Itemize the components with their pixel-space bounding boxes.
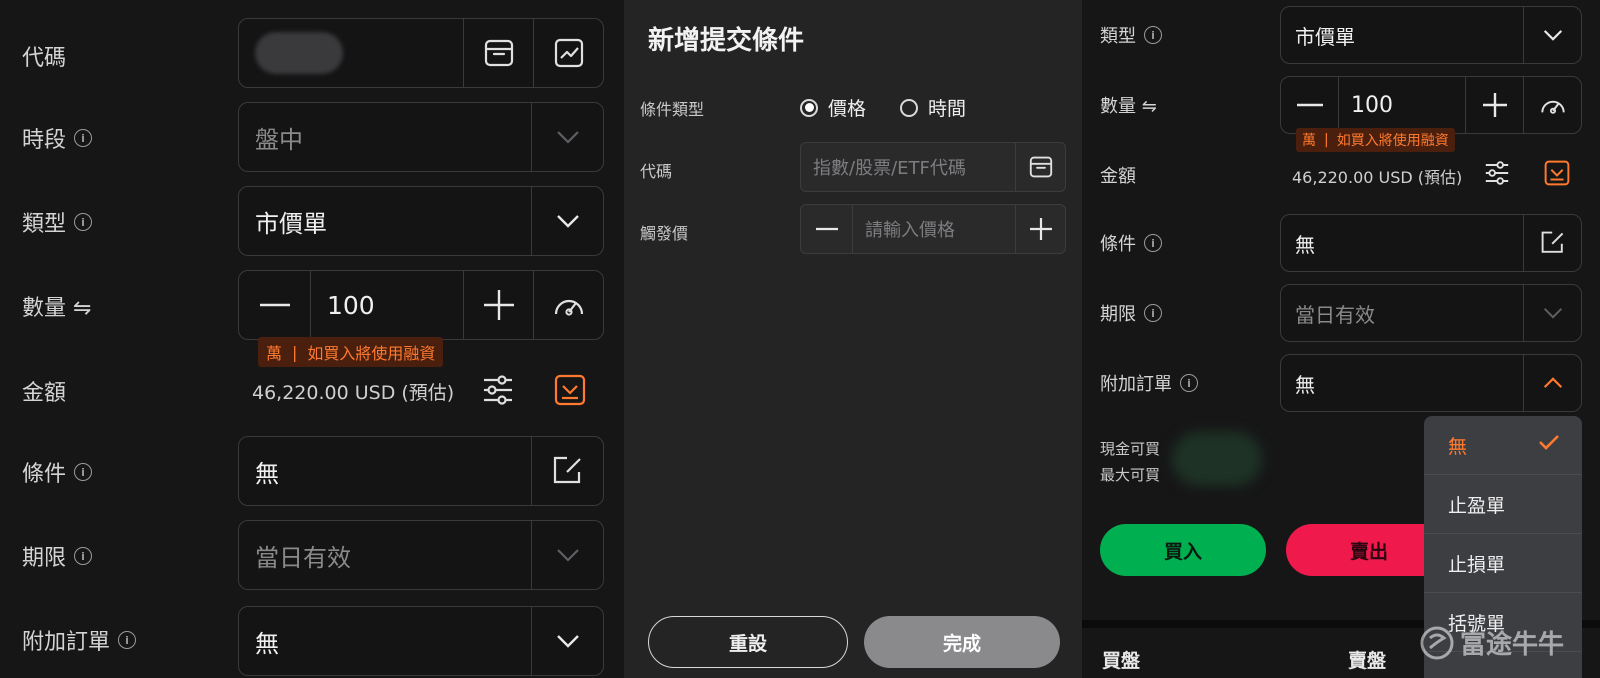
attached-order-label: 附加訂單 i: [1100, 370, 1198, 396]
margin-notice: 萬 | 如買入將使用融資: [258, 337, 444, 367]
speedometer-icon[interactable]: [1523, 77, 1581, 133]
edit-icon[interactable]: [531, 437, 603, 505]
order-form-left: 代碼 時段 i 盤中 類型 i 市價單 數量 ⇋ 100 萬 | 如買入將使用融…: [0, 0, 624, 678]
condition-field[interactable]: 無: [1280, 214, 1582, 272]
chevron-down-icon: [1523, 7, 1581, 63]
check-icon: [1538, 434, 1560, 450]
attached-order-select[interactable]: 無: [1280, 354, 1582, 412]
cash-buy-label: 現金可買: [1100, 440, 1161, 458]
sliders-icon[interactable]: [1482, 158, 1512, 188]
session-select[interactable]: 盤中: [238, 102, 604, 172]
condition-type-label: 條件類型: [640, 100, 705, 119]
speedometer-icon[interactable]: [533, 271, 603, 339]
chevron-down-icon: [531, 103, 603, 171]
watermark: 富途牛牛: [1420, 624, 1564, 661]
radio-dot: [900, 98, 918, 117]
minus-button[interactable]: [1281, 77, 1339, 133]
trigger-price-label: 觸發價: [640, 224, 689, 243]
info-icon[interactable]: i: [74, 547, 93, 565]
condition-field[interactable]: 無: [238, 436, 604, 506]
dropdown-option-none[interactable]: 無: [1424, 416, 1582, 475]
expiry-label: 期限 i: [1100, 300, 1162, 326]
code-blurred: [255, 32, 343, 74]
dropdown-option-take-profit[interactable]: 止盈單: [1424, 475, 1582, 534]
code-field[interactable]: [238, 18, 604, 88]
attached-order-select[interactable]: 無: [238, 606, 604, 676]
amount-label: 金額: [22, 381, 67, 406]
info-icon[interactable]: i: [1144, 234, 1162, 252]
expiry-select[interactable]: 當日有效: [1280, 284, 1582, 342]
chevron-down-icon: [1523, 285, 1581, 341]
info-icon[interactable]: i: [1180, 374, 1198, 392]
info-icon[interactable]: i: [118, 631, 137, 649]
info-icon[interactable]: i: [74, 463, 93, 481]
edit-icon[interactable]: [1523, 215, 1581, 271]
chevron-down-icon: [531, 607, 603, 675]
info-icon[interactable]: i: [74, 213, 93, 231]
chevron-down-icon: [531, 521, 603, 589]
modal-code-label: 代碼: [640, 162, 673, 181]
radio-time[interactable]: 時間: [900, 94, 966, 121]
expiry-select[interactable]: 當日有效: [238, 520, 604, 590]
collapse-panel-icon[interactable]: [1542, 158, 1572, 188]
chevron-down-icon: [531, 187, 603, 255]
quantity-label: 數量 ⇋: [22, 296, 92, 321]
attached-order-label: 附加訂單 i: [22, 624, 137, 656]
chevron-up-icon: [1523, 355, 1581, 411]
condition-label: 條件 i: [22, 456, 93, 488]
type-label: 類型 i: [1100, 22, 1162, 48]
bid-header: 買盤: [1102, 650, 1141, 672]
order-type-select[interactable]: 市價單: [1280, 6, 1582, 64]
plus-button[interactable]: [1465, 77, 1523, 133]
quantity-stepper[interactable]: 100: [238, 270, 604, 340]
quantity-stepper[interactable]: 100: [1280, 76, 1582, 134]
collapse-panel-icon[interactable]: [552, 372, 588, 408]
minus-button[interactable]: [239, 271, 311, 339]
order-type-select[interactable]: 市價單: [238, 186, 604, 256]
add-condition-modal: 新增提交條件 條件類型 價格 時間 代碼 指數/股票/ETF代碼 觸發價 請輸入…: [624, 0, 1082, 678]
session-label: 時段 i: [22, 122, 93, 154]
watchlist-icon[interactable]: [1015, 143, 1065, 191]
buy-button[interactable]: 買入: [1100, 524, 1266, 576]
trigger-price-input[interactable]: 請輸入價格: [853, 205, 1015, 253]
margin-notice: 萬 | 如買入將使用融資: [1296, 128, 1455, 152]
trigger-price-stepper[interactable]: 請輸入價格: [800, 204, 1066, 254]
amount-label: 金額: [1100, 166, 1136, 187]
quantity-input[interactable]: 100: [1339, 77, 1465, 133]
plus-button[interactable]: [1015, 205, 1065, 253]
brand-logo-icon: [1420, 626, 1454, 660]
info-icon[interactable]: i: [1144, 26, 1162, 44]
expiry-label: 期限 i: [22, 540, 93, 572]
chart-icon[interactable]: [533, 19, 603, 87]
info-icon[interactable]: i: [1144, 304, 1162, 322]
max-buy-label: 最大可買: [1100, 466, 1161, 484]
quantity-input[interactable]: 100: [311, 271, 463, 339]
dropdown-option-stop-loss[interactable]: 止損單: [1424, 534, 1582, 593]
reset-button[interactable]: 重設: [648, 616, 848, 668]
minus-button[interactable]: [801, 205, 853, 253]
amount-value: 46,220.00 USD (預估): [252, 382, 455, 404]
modal-title: 新增提交條件: [648, 26, 805, 56]
code-label: 代碼: [22, 46, 67, 71]
done-button[interactable]: 完成: [864, 616, 1060, 668]
watchlist-icon[interactable]: [463, 19, 533, 87]
code-search-input[interactable]: 指數/股票/ETF代碼: [800, 142, 1066, 192]
condition-label: 條件 i: [1100, 230, 1162, 256]
type-label: 類型 i: [22, 206, 93, 238]
ask-header: 賣盤: [1348, 650, 1387, 672]
info-icon[interactable]: i: [74, 129, 93, 147]
radio-dot: [800, 98, 818, 117]
plus-button[interactable]: [463, 271, 533, 339]
radio-price[interactable]: 價格: [800, 94, 866, 121]
buying-power-blurred: [1172, 432, 1262, 486]
amount-value: 46,220.00 USD (預估): [1292, 168, 1463, 187]
quantity-label: 數量 ⇋: [1100, 96, 1157, 117]
sliders-icon[interactable]: [480, 372, 516, 408]
